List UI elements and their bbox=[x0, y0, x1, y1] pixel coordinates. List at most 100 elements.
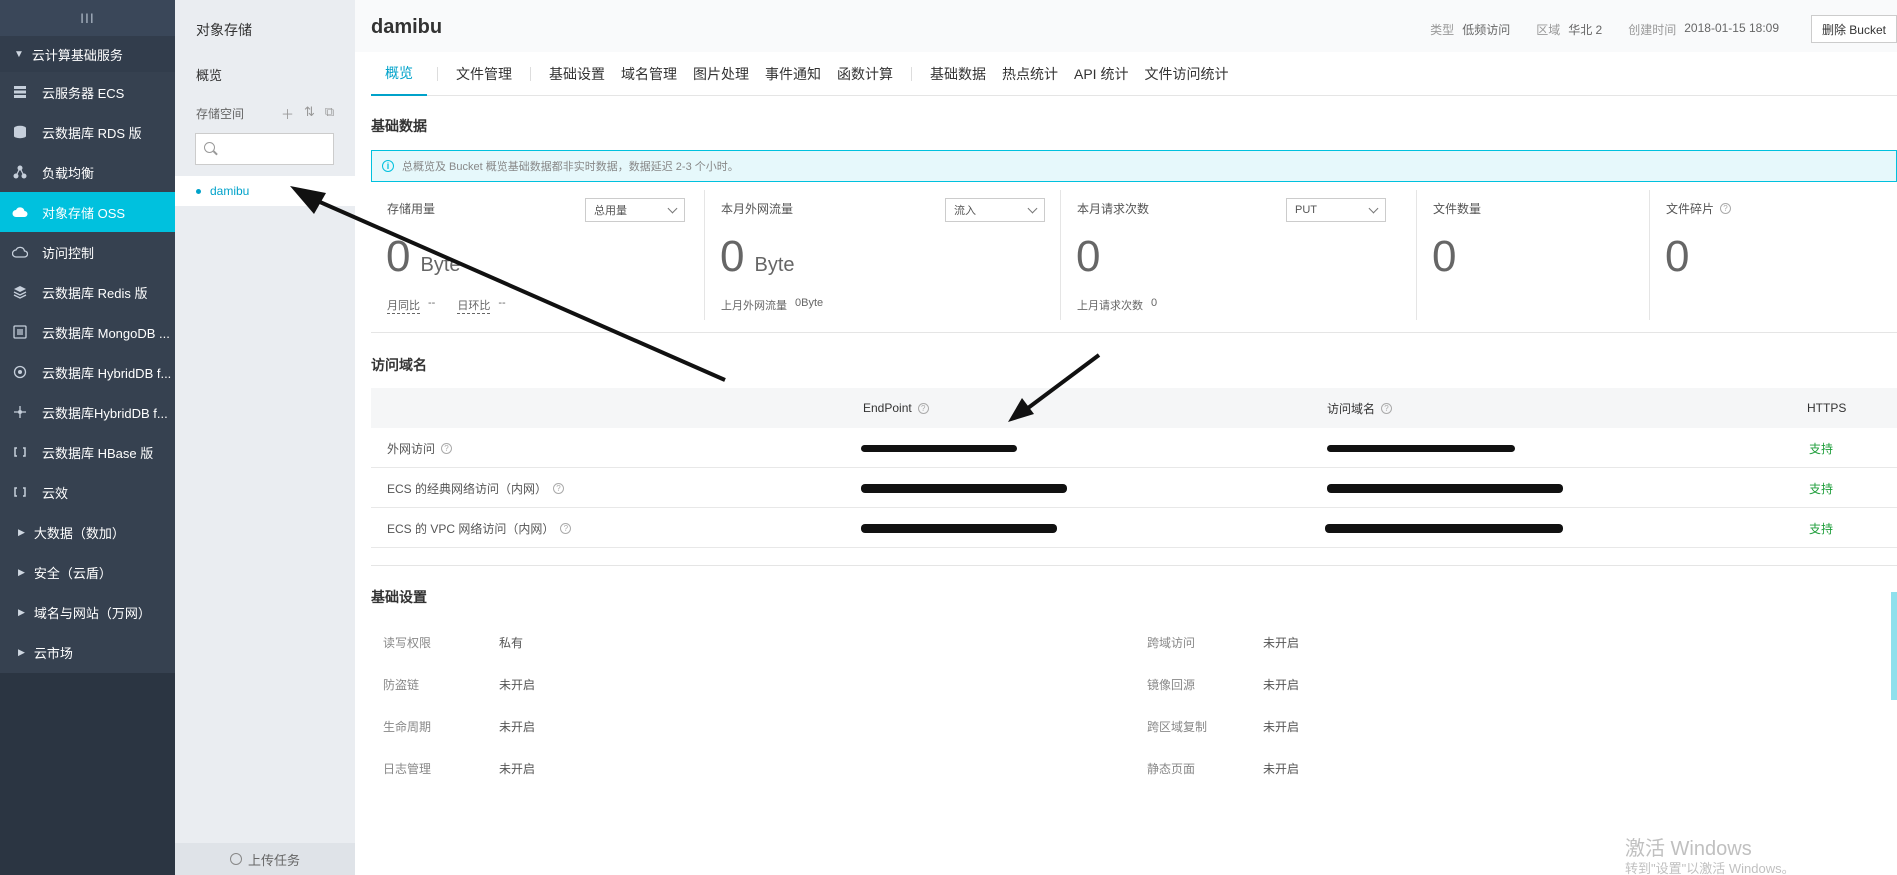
tab-event-notification[interactable]: 事件通知 bbox=[757, 52, 829, 96]
devops-icon bbox=[12, 484, 28, 500]
add-icon[interactable]: ＋ bbox=[281, 104, 294, 123]
sidebar-item-rds[interactable]: 云数据库 RDS 版 bbox=[0, 112, 175, 152]
help-icon[interactable]: ? bbox=[560, 522, 572, 534]
table-row: ECS 的经典网络访问（内网） ? 支持 bbox=[371, 468, 1897, 508]
sidebar-group-label: 云计算基础服务 bbox=[31, 47, 123, 63]
meta-type-key: 类型 bbox=[1430, 23, 1455, 37]
col-endpoint: EndPoint ? bbox=[863, 388, 929, 428]
stat-value: 0 Byte bbox=[386, 232, 461, 282]
feedback-edge-tab[interactable] bbox=[1891, 592, 1897, 700]
bullet-icon bbox=[196, 188, 201, 194]
request-method-select[interactable]: PUT bbox=[1286, 198, 1386, 222]
tab-file-access-stats[interactable]: 文件访问统计 bbox=[1136, 52, 1236, 96]
tab-basic-settings[interactable]: 基础设置 bbox=[541, 52, 613, 96]
stat-number: 0 bbox=[1432, 232, 1457, 281]
windows-activation-watermark: 激活 Windows bbox=[1625, 838, 1752, 860]
redaction-mark bbox=[1327, 444, 1515, 452]
sidebar-group-domain[interactable]: ▶ 域名与网站（万网） bbox=[0, 592, 175, 632]
tab-api-stats[interactable]: API 统计 bbox=[1066, 52, 1136, 96]
mongodb-icon bbox=[12, 324, 28, 340]
col-label: EndPoint bbox=[863, 401, 912, 415]
basic-settings-title: 基础设置 bbox=[371, 589, 427, 605]
tab-image-processing[interactable]: 图片处理 bbox=[685, 52, 757, 96]
bucket-list-item-label: damibu bbox=[210, 184, 250, 198]
sidebar-group-cloud-basic[interactable]: ▼ 云计算基础服务 bbox=[0, 36, 175, 72]
setting-value: 未开启 bbox=[499, 720, 536, 734]
last-month-label: 上月请求次数 bbox=[1077, 300, 1143, 312]
setting-key: 防盗链 bbox=[383, 678, 420, 692]
tab-file-management[interactable]: 文件管理 bbox=[448, 52, 520, 96]
bucket-list-item[interactable]: damibu bbox=[175, 176, 355, 206]
bucket-search-input[interactable] bbox=[195, 133, 334, 165]
sort-icon[interactable]: ⇅ bbox=[304, 104, 315, 123]
bucket-tabs: 概览 文件管理 基础设置 域名管理 图片处理 事件通知 函数计算 基础数据 热点… bbox=[371, 52, 1897, 96]
sidebar-item-hbase[interactable]: 云数据库 HBase 版 bbox=[0, 432, 175, 472]
tab-function-compute[interactable]: 函数计算 bbox=[829, 52, 901, 96]
setting-key: 跨区域复制 bbox=[1147, 720, 1208, 734]
setting-value: 未开启 bbox=[1263, 636, 1300, 650]
tab-basic-data[interactable]: 基础数据 bbox=[922, 52, 994, 96]
sidebar-item-label: 云数据库 RDS 版 bbox=[42, 125, 142, 141]
sidebar-item-label: 负载均衡 bbox=[42, 165, 95, 181]
table-row: 外网访问 ? 支持 bbox=[371, 428, 1897, 468]
expand-icon[interactable]: ⧉ bbox=[325, 104, 334, 123]
overview-link[interactable]: 概览 bbox=[196, 65, 222, 84]
sidebar-item-oss[interactable]: 对象存储 OSS bbox=[0, 192, 175, 232]
basic-data-title: 基础数据 bbox=[371, 118, 427, 134]
setting-value: 未开启 bbox=[499, 678, 536, 692]
sidebar-item-hybriddb[interactable]: 云数据库 HybridDB f... bbox=[0, 352, 175, 392]
setting-lifecycle: 生命周期 未开启 bbox=[383, 718, 535, 735]
caret-right-icon: ▶ bbox=[18, 526, 25, 537]
sidebar-item-label: 访问控制 bbox=[42, 245, 95, 261]
tab-overview[interactable]: 概览 bbox=[371, 52, 427, 96]
sidebar-item-redis[interactable]: 云数据库 Redis 版 bbox=[0, 272, 175, 312]
stat-value: 0 bbox=[1076, 232, 1100, 282]
meta-created-key: 创建时间 bbox=[1628, 23, 1677, 37]
sidebar-item-hybriddb-2[interactable]: 云数据库HybridDB f... bbox=[0, 392, 175, 432]
https-support: 支持 bbox=[1809, 521, 1834, 536]
cloud-storage-icon bbox=[12, 204, 28, 220]
sidebar-item-devops[interactable]: 云效 bbox=[0, 472, 175, 512]
load-balancer-icon bbox=[12, 164, 28, 180]
tab-domain-management[interactable]: 域名管理 bbox=[613, 52, 685, 96]
endpoint-redacted bbox=[861, 508, 1057, 548]
section-divider bbox=[371, 565, 1897, 566]
storage-type-select[interactable]: 总用量 bbox=[585, 198, 685, 222]
sidebar-group-market[interactable]: ▶ 云市场 bbox=[0, 632, 175, 672]
setting-key: 静态页面 bbox=[1147, 762, 1196, 776]
sidebar-item-ram[interactable]: 访问控制 bbox=[0, 232, 175, 272]
help-icon[interactable]: ? bbox=[1381, 402, 1393, 414]
col-label: 访问域名 bbox=[1327, 401, 1376, 416]
stat-label: 存储用量 bbox=[387, 202, 436, 216]
row-name: ECS 的经典网络访问（内网） ? bbox=[387, 468, 565, 508]
chevron-down-icon bbox=[1368, 203, 1379, 213]
stat-value: 0 bbox=[1432, 232, 1456, 282]
redis-icon bbox=[12, 284, 28, 300]
help-icon[interactable]: ? bbox=[917, 402, 929, 414]
traffic-direction-select[interactable]: 流入 bbox=[945, 198, 1045, 222]
select-value: 流入 bbox=[954, 205, 976, 217]
data-delay-notice: i 总概览及 Bucket 概览基础数据都非实时数据，数据延迟 2-3 个小时。 bbox=[371, 150, 1897, 182]
help-icon[interactable]: ? bbox=[1720, 203, 1732, 214]
last-month-value: 0Byte bbox=[795, 297, 824, 309]
sidebar-group-security[interactable]: ▶ 安全（云盾） bbox=[0, 552, 175, 592]
setting-cors: 跨域访问 未开启 bbox=[1147, 634, 1299, 651]
sidebar-group-bigdata[interactable]: ▶ 大数据（数加） bbox=[0, 512, 175, 552]
notice-text: 总概览及 Bucket 概览基础数据都非实时数据，数据延迟 2-3 个小时。 bbox=[402, 161, 739, 173]
sidebar-item-ecs[interactable]: 云服务器 ECS bbox=[0, 72, 175, 112]
redaction-mark bbox=[861, 444, 1017, 452]
help-icon[interactable]: ? bbox=[441, 442, 453, 454]
bucket-detail: damibu 类型 低频访问 区域 华北 2 创建时间 2018-01-15 1… bbox=[355, 0, 1897, 875]
help-icon[interactable]: ? bbox=[553, 482, 565, 494]
setting-value: 未开启 bbox=[1263, 762, 1300, 776]
delete-bucket-button[interactable]: 删除 Bucket bbox=[1810, 15, 1897, 43]
upload-tasks-button[interactable]: 上传任务 bbox=[175, 843, 355, 875]
tab-hotspot-stats[interactable]: 热点统计 bbox=[994, 52, 1066, 96]
setting-value: 私有 bbox=[499, 636, 524, 650]
sidebar-item-mongodb[interactable]: 云数据库 MongoDB ... bbox=[0, 312, 175, 352]
sidebar-collapse-toggle[interactable]: III bbox=[0, 0, 175, 36]
meta-region-value: 华北 2 bbox=[1568, 23, 1603, 37]
table-header: EndPoint ? 访问域名 ? HTTPS bbox=[371, 388, 1897, 428]
sidebar-item-slb[interactable]: 负载均衡 bbox=[0, 152, 175, 192]
yoy-label: 月同比 bbox=[387, 297, 420, 314]
